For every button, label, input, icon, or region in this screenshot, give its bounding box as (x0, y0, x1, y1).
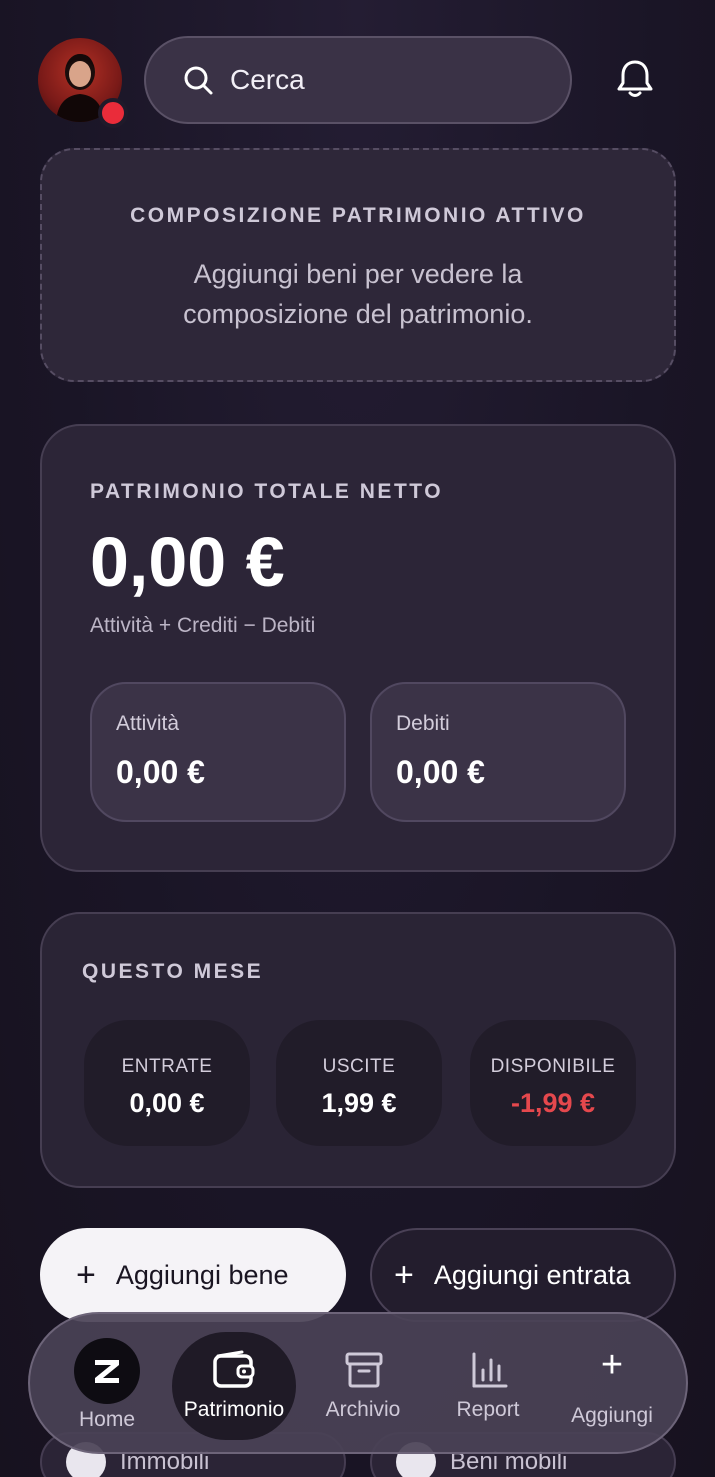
bell-icon[interactable] (612, 56, 658, 102)
add-income-label: Aggiungi entrata (433, 1259, 631, 1290)
nav-patrimonio[interactable]: Patrimonio (172, 1314, 296, 1456)
net-worth-title: PATRIMONIO TOTALE NETTO (90, 480, 444, 503)
status-badge (98, 98, 128, 128)
wallet-icon (213, 1350, 255, 1388)
composition-empty-text: Aggiungi beni per vedere la composizione… (183, 259, 533, 329)
net-worth-card: PATRIMONIO TOTALE NETTO 0,00 € Attività … (40, 424, 676, 872)
assets-value: 0,00 € (116, 754, 205, 790)
search-input[interactable]: Cerca (144, 36, 572, 124)
expenses-pill: USCITE 1,99 € (276, 1020, 442, 1146)
expenses-label: USCITE (322, 1056, 396, 1077)
composition-title: COMPOSIZIONE PATRIMONIO ATTIVO (130, 204, 586, 227)
this-month-title: QUESTO MESE (82, 960, 264, 983)
net-worth-formula: Attività + Crediti − Debiti (90, 614, 316, 637)
plus-icon: + (600, 1344, 624, 1386)
income-value: 0,00 € (129, 1088, 205, 1118)
nav-aggiungi-label: Aggiungi (571, 1404, 653, 1427)
assets-label: Attività (116, 712, 180, 735)
nav-home[interactable]: Home (64, 1314, 150, 1456)
nav-patrimonio-label: Patrimonio (183, 1398, 285, 1421)
search-placeholder: Cerca (230, 64, 305, 95)
income-label: ENTRATE (121, 1056, 213, 1077)
nav-aggiungi[interactable]: + Aggiungi (560, 1314, 664, 1456)
debts-label: Debiti (396, 712, 450, 735)
bar-chart-icon (472, 1352, 508, 1388)
available-value: -1,99 € (510, 1088, 596, 1118)
composition-card: COMPOSIZIONE PATRIMONIO ATTIVO Aggiungi … (40, 148, 676, 382)
income-pill: ENTRATE 0,00 € (84, 1020, 250, 1146)
plus-icon: + (76, 1255, 96, 1294)
available-pill: DISPONIBILE -1,99 € (470, 1020, 636, 1146)
available-label: DISPONIBILE (490, 1056, 616, 1077)
app-logo-icon (74, 1338, 140, 1404)
assets-tile[interactable]: Attività 0,00 € (90, 682, 346, 822)
nav-home-label: Home (78, 1408, 136, 1431)
archive-icon (345, 1352, 383, 1388)
bottom-nav: Home Patrimonio Archivio Report + Aggiun… (28, 1312, 688, 1454)
this-month-card: QUESTO MESE ENTRATE 0,00 € USCITE 1,99 €… (40, 912, 676, 1188)
nav-archivio[interactable]: Archivio (318, 1314, 408, 1456)
nav-report[interactable]: Report (448, 1314, 528, 1456)
nav-report-label: Report (456, 1398, 520, 1421)
search-icon (184, 66, 213, 95)
add-asset-label: Aggiungi bene (115, 1259, 289, 1290)
add-income-button[interactable]: + Aggiungi entrata (370, 1228, 676, 1322)
expenses-value: 1,99 € (321, 1088, 397, 1118)
plus-icon: + (394, 1255, 414, 1294)
add-asset-button[interactable]: + Aggiungi bene (40, 1228, 346, 1322)
nav-archivio-label: Archivio (325, 1398, 401, 1421)
net-worth-value: 0,00 € (90, 523, 285, 601)
debts-tile[interactable]: Debiti 0,00 € (370, 682, 626, 822)
debts-value: 0,00 € (396, 754, 485, 790)
